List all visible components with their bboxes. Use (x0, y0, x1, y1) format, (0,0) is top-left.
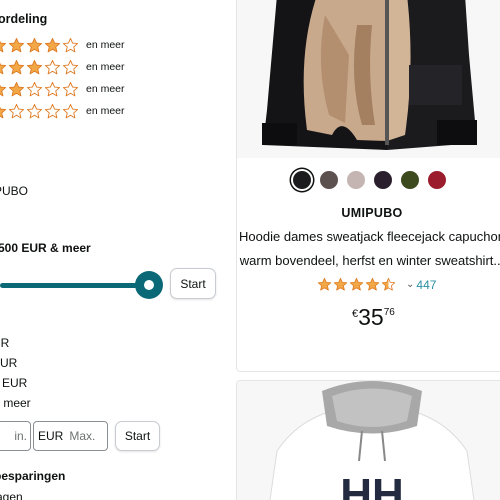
color-swatch[interactable] (347, 171, 365, 189)
rating-filter-label: en meer (86, 39, 125, 51)
product-card[interactable]: UMIPUBO Hoodie dames sweatjack fleecejac… (236, 0, 500, 372)
rating-heading: ordeling (0, 12, 48, 26)
slider-start-button[interactable]: Start (170, 268, 216, 299)
stars-3-icon (0, 59, 80, 76)
rating-filter-3[interactable]: en meer (0, 57, 125, 77)
price-range-start-button[interactable]: Start (115, 421, 160, 451)
review-count[interactable]: 447 (416, 278, 436, 292)
color-swatch[interactable] (428, 171, 446, 189)
savings-option[interactable]: agen (0, 490, 23, 500)
rating-filter-4[interactable]: en meer (0, 35, 125, 55)
price-range-option[interactable]: R (0, 316, 1, 330)
max-price-field[interactable]: EUR (33, 421, 108, 451)
product-title-continued[interactable]: warm bovendeel, herfst en winter sweatsh… (237, 253, 500, 268)
stars-4-icon (0, 37, 80, 54)
product-rating[interactable]: ⌄ 447 (317, 277, 436, 292)
stars-2-icon (0, 81, 80, 98)
price-range-option[interactable]: EUR (0, 356, 17, 370)
min-price-field[interactable] (0, 421, 31, 451)
price-range-option[interactable]: & meer (0, 396, 31, 410)
rating-filter-label: en meer (86, 83, 125, 95)
product-price: € 35 76 (352, 303, 395, 331)
price-slider-track[interactable] (0, 283, 148, 288)
stars-1-icon (0, 103, 80, 120)
product-image[interactable] (237, 0, 500, 158)
brand-logo-text: HH (340, 470, 404, 500)
rating-filter-label: en meer (86, 61, 125, 73)
filter-sidebar: ordeling en meer en meer en meer en meer… (0, 0, 230, 500)
rating-filter-1[interactable]: en meer (0, 101, 125, 121)
color-swatch[interactable] (293, 171, 311, 189)
color-swatch[interactable] (374, 171, 392, 189)
rating-filter-label: en meer (86, 105, 125, 117)
price-slider-handle[interactable] (135, 271, 163, 299)
max-price-currency: EUR (38, 429, 64, 443)
price-range-heading: 500 EUR & meer (0, 241, 91, 255)
color-swatch[interactable] (401, 171, 419, 189)
product-card[interactable]: HH (236, 380, 500, 500)
hoodie-image-icon: HH (237, 381, 500, 500)
hoodie-image-icon (237, 0, 500, 158)
rating-stars-icon (317, 277, 397, 292)
price-range-option[interactable]: UR (0, 336, 9, 350)
price-fraction: 76 (383, 307, 395, 318)
color-swatch[interactable] (320, 171, 338, 189)
price-range-option[interactable]: 0 EUR (0, 376, 27, 390)
product-title[interactable]: Hoodie dames sweatjack fleecejack capuch… (237, 229, 500, 244)
product-brand: UMIPUBO (341, 206, 403, 220)
brand-filter-item[interactable]: PUBO (0, 184, 28, 198)
min-price-input[interactable] (0, 429, 30, 443)
savings-heading: besparingen (0, 469, 66, 483)
chevron-down-icon[interactable]: ⌄ (406, 279, 414, 290)
price-whole: 35 (358, 304, 384, 330)
color-swatches (293, 171, 455, 189)
product-image[interactable]: HH (237, 381, 500, 500)
rating-filter-2[interactable]: en meer (0, 79, 125, 99)
max-price-input[interactable] (63, 429, 107, 443)
